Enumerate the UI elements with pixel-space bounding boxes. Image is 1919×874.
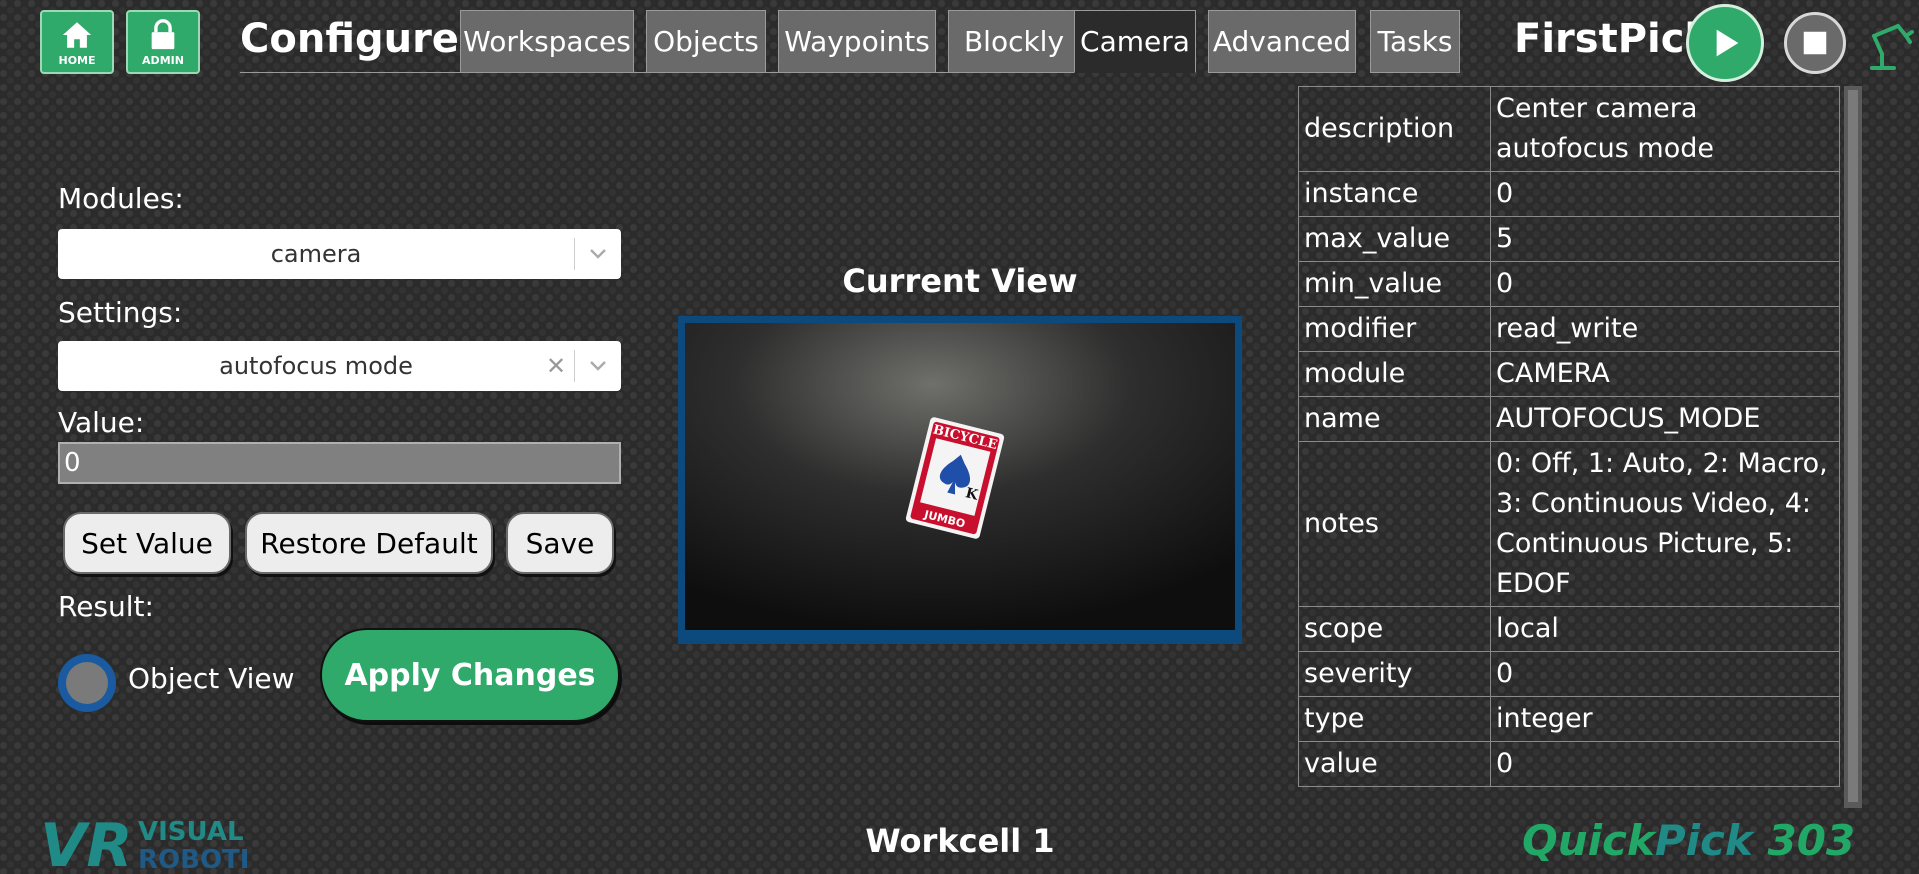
workcell-label: Workcell 1: [865, 822, 1055, 860]
property-value: local: [1490, 606, 1840, 652]
tab-objects[interactable]: Objects: [646, 10, 766, 73]
tab-tasks[interactable]: Tasks: [1370, 10, 1460, 73]
property-key: module: [1298, 351, 1491, 397]
properties-panel: description Center camera autofocus mode i…: [1298, 86, 1840, 808]
property-row: name AUTOFOCUS_MODE: [1298, 396, 1840, 442]
property-key: name: [1298, 396, 1491, 442]
project-name: FirstPick: [1514, 16, 1712, 62]
modules-select[interactable]: camera: [58, 229, 621, 279]
lock-icon: [151, 18, 175, 49]
object-view-label: Object View: [128, 662, 295, 695]
camera-image: BICYCLE K JUMBO: [685, 323, 1235, 630]
admin-label: ADMIN: [142, 53, 184, 67]
property-row: severity 0: [1298, 651, 1840, 697]
page-title: Configure: [240, 16, 459, 62]
svg-text:ROBOTICS: ROBOTICS: [138, 845, 250, 874]
property-value: 0: [1490, 261, 1840, 307]
svg-text:VISUAL: VISUAL: [138, 817, 244, 847]
property-row: instance 0: [1298, 171, 1840, 217]
stop-button[interactable]: [1784, 12, 1846, 74]
property-value: 0: [1490, 651, 1840, 697]
settings-label: Settings:: [58, 296, 183, 329]
property-key: scope: [1298, 606, 1491, 652]
chevron-down-icon[interactable]: [575, 360, 621, 372]
result-label: Result:: [58, 590, 154, 623]
stop-icon: [1803, 31, 1827, 55]
robot-arm-icon: [1870, 24, 1914, 70]
admin-button[interactable]: ADMIN: [126, 10, 200, 74]
play-button[interactable]: [1686, 4, 1764, 82]
property-value: read_write: [1490, 306, 1840, 352]
property-value: 0: [1490, 171, 1840, 217]
scrollbar-thumb[interactable]: [1848, 90, 1858, 802]
property-value: CAMERA: [1490, 351, 1840, 397]
property-row: type integer: [1298, 696, 1840, 742]
clear-icon[interactable]: ✕: [538, 352, 574, 380]
property-value: 0: Off, 1: Auto, 2: Macro, 3: Continuous…: [1490, 441, 1840, 607]
tab-workspaces[interactable]: Workspaces: [460, 10, 634, 73]
property-key: notes: [1298, 441, 1491, 607]
robot-arm-button[interactable]: [1864, 14, 1914, 72]
property-key: instance: [1298, 171, 1491, 217]
modules-label: Modules:: [58, 182, 184, 215]
svg-text:VR: VR: [40, 811, 133, 874]
apply-changes-button[interactable]: Apply Changes: [320, 628, 620, 722]
property-key: max_value: [1298, 216, 1491, 262]
property-row: min_value 0: [1298, 261, 1840, 307]
save-button[interactable]: Save: [506, 512, 614, 574]
property-key: type: [1298, 696, 1491, 742]
camera-view: BICYCLE K JUMBO: [678, 316, 1242, 644]
tab-blockly[interactable]: Blockly: [948, 10, 1080, 73]
tab-camera[interactable]: Camera: [1074, 10, 1196, 73]
value-label: Value:: [58, 406, 145, 439]
visual-robotics-logo: VR VISUAL ROBOTICS: [40, 806, 288, 874]
radio-indicator: [66, 662, 108, 704]
property-value: integer: [1490, 696, 1840, 742]
set-value-button[interactable]: Set Value: [63, 512, 231, 574]
property-value: Center camera autofocus mode: [1490, 86, 1840, 172]
property-key: modifier: [1298, 306, 1491, 352]
property-value: AUTOFOCUS_MODE: [1490, 396, 1840, 442]
home-button[interactable]: HOME: [40, 10, 114, 74]
restore-default-button[interactable]: Restore Default: [245, 512, 493, 574]
chevron-down-icon[interactable]: [575, 248, 621, 260]
object-view-radio[interactable]: [58, 654, 116, 712]
settings-select-value: autofocus mode: [219, 352, 413, 380]
home-icon: [62, 21, 92, 48]
property-row: value 0: [1298, 741, 1840, 787]
property-row: description Center camera autofocus mode: [1298, 86, 1840, 172]
value-input[interactable]: 0: [58, 442, 621, 484]
property-value: 5: [1490, 216, 1840, 262]
properties-table: description Center camera autofocus mode i…: [1298, 86, 1840, 787]
property-row: notes 0: Off, 1: Auto, 2: Macro, 3: Conti…: [1298, 441, 1840, 607]
current-view-title: Current View: [842, 262, 1078, 300]
property-key: value: [1298, 741, 1491, 787]
play-icon: [1716, 29, 1739, 57]
property-value: 0: [1490, 741, 1840, 787]
property-row: max_value 5: [1298, 216, 1840, 262]
tab-waypoints[interactable]: Waypoints: [778, 10, 936, 73]
quickpick-brand: QuickPick 303: [1522, 816, 1856, 865]
property-key: description: [1298, 86, 1491, 172]
property-row: module CAMERA: [1298, 351, 1840, 397]
property-row: scope local: [1298, 606, 1840, 652]
property-row: modifier read_write: [1298, 306, 1840, 352]
tab-advanced[interactable]: Advanced: [1208, 10, 1356, 73]
settings-select[interactable]: autofocus mode ✕: [58, 341, 621, 391]
property-key: severity: [1298, 651, 1491, 697]
modules-select-value: camera: [270, 240, 362, 268]
home-label: HOME: [58, 53, 96, 67]
property-key: min_value: [1298, 261, 1491, 307]
